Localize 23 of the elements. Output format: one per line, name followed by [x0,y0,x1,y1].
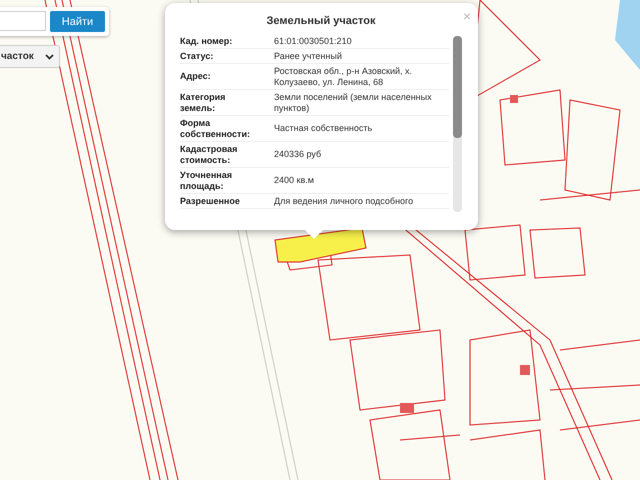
field-label: Кадастровая стоимость: [180,144,238,166]
field-label: Разрешенное [180,196,241,206]
popup-title: Земельный участок [266,15,376,27]
field-value: 61:01:0030501:210 [274,36,353,46]
field-value: Земли поселений (земли населенных пунктов) [274,92,433,114]
field-value: Ростовская обл., р-н Азовский, х. Колузаево, ул. Ленина, 68 [274,66,414,88]
field-label: Адрес: [180,71,212,82]
field-label: Кад. номер: [180,36,234,46]
field-label: Категория земель: [180,92,226,114]
field-value: 240336 руб [274,149,322,160]
scrollbar-thumb[interactable] [453,36,462,138]
layer-dropdown[interactable]: часток [0,45,60,68]
field-value: Ранее учтенный [274,50,343,62]
scrollbar[interactable] [453,36,462,212]
field-label: Форма собственности: [180,118,251,140]
field-label: Статус: [180,50,214,62]
search-field[interactable] [0,11,46,31]
field-value: Частная собственность [274,123,374,134]
field-value: Для ведения личного подсобного [274,196,414,206]
field-label: Уточненная площадь: [180,170,233,192]
chevron-down-icon [45,54,54,60]
find-button[interactable]: Найти [50,11,105,32]
field-value: 2400 кв.м [274,175,315,186]
